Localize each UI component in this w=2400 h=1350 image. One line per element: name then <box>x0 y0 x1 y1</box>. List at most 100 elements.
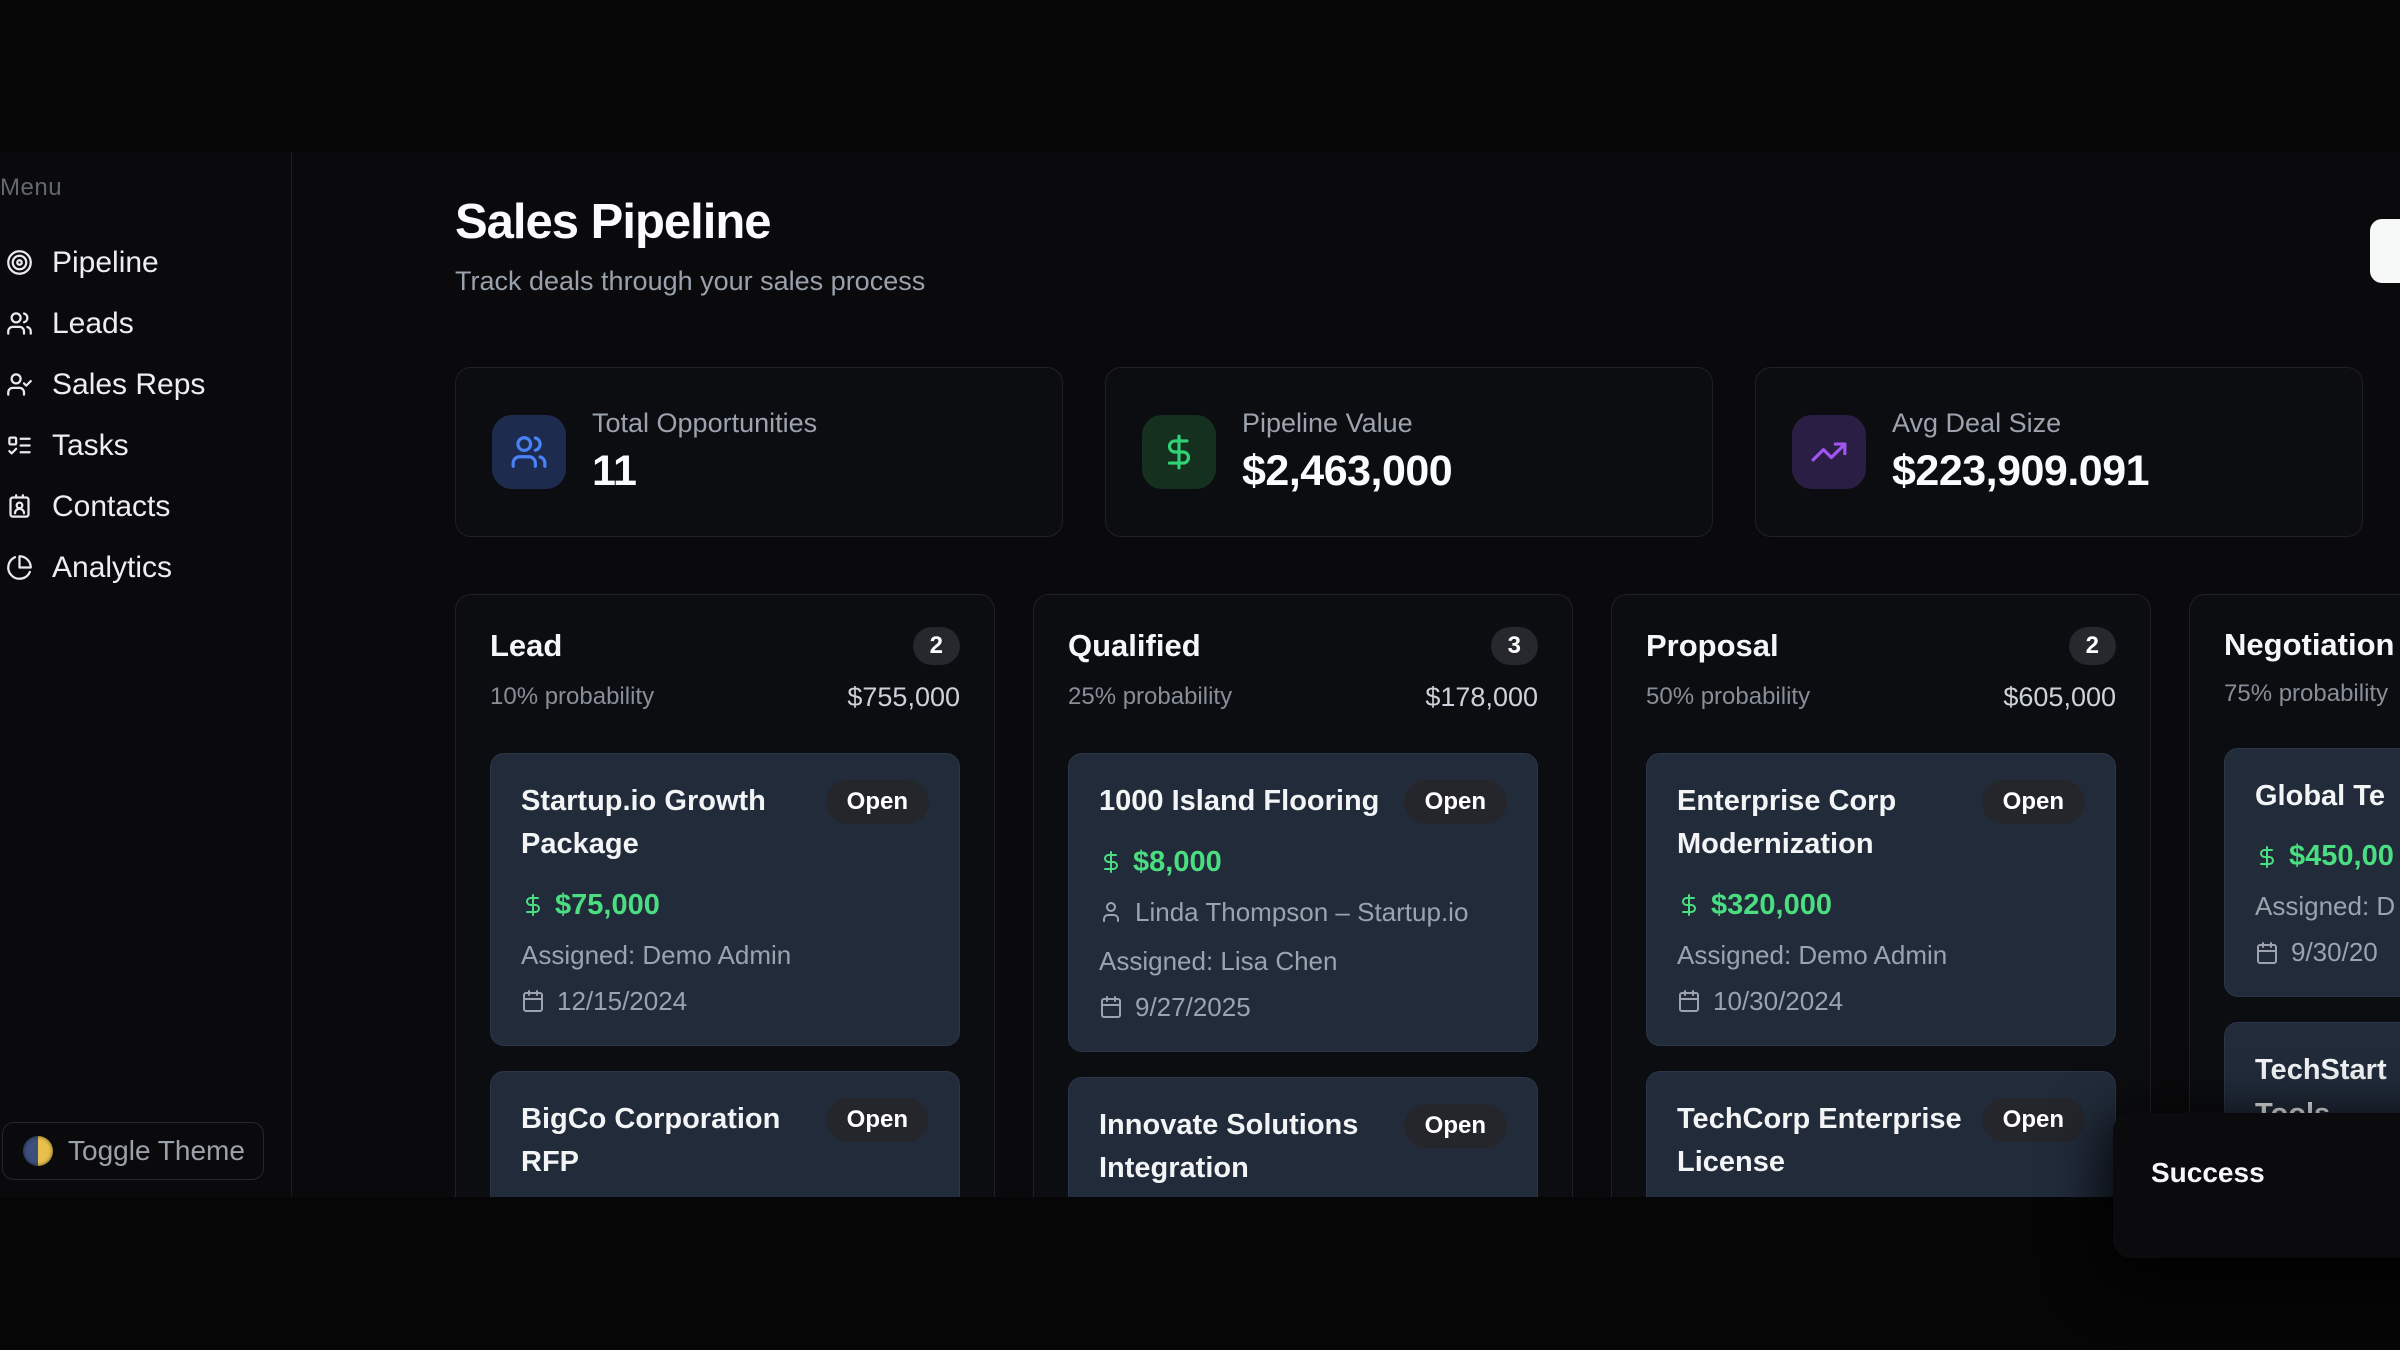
deal-amount-row: $8,000 <box>1099 846 1507 879</box>
stat-total-opportunities: Total Opportunities 11 <box>455 367 1063 537</box>
column-count-badge: 2 <box>913 627 960 665</box>
deal-date-row: 12/15/2024 <box>521 986 929 1017</box>
user-check-icon <box>6 371 33 398</box>
stat-value: 11 <box>592 447 817 496</box>
deal-card[interactable]: Global Te $450,00 Assigned: D 9/30/20 <box>2224 748 2400 998</box>
column-title: Qualified <box>1068 628 1201 664</box>
calendar-icon <box>2255 941 2279 965</box>
deal-title: TechCorp Enterprise License <box>1677 1098 1968 1185</box>
column-header: Negotiation <box>2224 627 2400 663</box>
contact-card-icon <box>6 493 33 520</box>
stats-row: Total Opportunities 11 Pipeline Value $2… <box>455 367 2400 537</box>
deal-card-header: BigCo Corporation RFP Open <box>521 1098 929 1185</box>
dollar-icon <box>1099 850 1123 874</box>
deal-title: Startup.io Growth Package <box>521 780 812 867</box>
deal-card-header: Startup.io Growth Package Open <box>521 780 929 867</box>
deal-card[interactable]: TechCorp Enterprise License Open $285,00… <box>1646 1071 2116 1197</box>
calendar-icon <box>1099 995 1123 1019</box>
stat-label: Avg Deal Size <box>1892 408 2149 439</box>
sidebar-item-analytics[interactable]: Analytics <box>6 537 291 598</box>
status-badge: Open <box>1982 780 2085 824</box>
sidebar-item-sales-reps[interactable]: Sales Reps <box>6 354 291 415</box>
deal-card-header: TechCorp Enterprise License Open <box>1677 1098 2085 1185</box>
column-negotiation: Negotiation 75% probability Global Te $4… <box>2189 594 2400 1197</box>
add-opportunity-button[interactable]: Add Opportunity <box>2370 219 2400 283</box>
deal-card-header: Enterprise Corp Modernization Open <box>1677 780 2085 867</box>
toast-notification: Success <box>2113 1113 2400 1258</box>
toast-title: Success <box>2151 1157 2400 1189</box>
dollar-icon <box>521 893 545 917</box>
sidebar-item-contacts[interactable]: Contacts <box>6 476 291 537</box>
status-badge: Open <box>826 780 929 824</box>
column-probability: 10% probability <box>490 683 654 711</box>
column-probability: 50% probability <box>1646 683 1810 711</box>
column-title: Lead <box>490 628 562 664</box>
stat-pipeline-value: Pipeline Value $2,463,000 <box>1105 367 1713 537</box>
deal-card-header: Global Te <box>2255 775 2400 819</box>
sidebar: Menu Pipeline Leads Sales Reps <box>0 152 292 1197</box>
trending-up-icon <box>1792 415 1866 489</box>
toggle-theme-button[interactable]: Toggle Theme <box>2 1122 264 1180</box>
status-badge: Open <box>1404 780 1507 824</box>
column-title: Negotiation <box>2224 627 2395 663</box>
deal-date-row: 9/30/20 <box>2255 937 2400 968</box>
users-icon <box>6 310 33 337</box>
stat-text: Total Opportunities 11 <box>592 408 817 496</box>
deal-date-row: 10/30/2024 <box>1677 986 2085 1017</box>
stat-text: Avg Deal Size $223,909.091 <box>1892 408 2149 496</box>
sidebar-item-label: Analytics <box>52 551 172 585</box>
deal-card-header: Innovate Solutions Integration Open <box>1099 1104 1507 1191</box>
sidebar-item-pipeline[interactable]: Pipeline <box>6 232 291 293</box>
deal-amount-row: $320,000 <box>1677 889 2085 922</box>
column-count-badge: 3 <box>1491 627 1538 665</box>
deal-card[interactable]: BigCo Corporation RFP Open $680,000 Assi… <box>490 1071 960 1197</box>
column-probability: 25% probability <box>1068 683 1232 711</box>
sidebar-nav: Pipeline Leads Sales Reps Tasks <box>6 232 291 598</box>
column-header: Lead 2 <box>490 627 960 665</box>
column-count-badge: 2 <box>2069 627 2116 665</box>
stat-text: Pipeline Value $2,463,000 <box>1242 408 1452 496</box>
sidebar-menu-label: Menu <box>0 174 291 202</box>
sidebar-item-label: Leads <box>52 307 134 341</box>
deal-title: BigCo Corporation RFP <box>521 1098 812 1185</box>
deal-card[interactable]: Innovate Solutions Integration Open $125… <box>1068 1077 1538 1197</box>
deal-amount: $8,000 <box>1133 846 1222 879</box>
users-icon <box>492 415 566 489</box>
status-badge: Open <box>1404 1104 1507 1148</box>
target-icon <box>6 249 33 276</box>
stat-label: Total Opportunities <box>592 408 817 439</box>
sidebar-item-leads[interactable]: Leads <box>6 293 291 354</box>
deal-card[interactable]: 1000 Island Flooring Open $8,000 Linda T… <box>1068 753 1538 1052</box>
deal-title: Innovate Solutions Integration <box>1099 1104 1390 1191</box>
column-title: Proposal <box>1646 628 1779 664</box>
deal-assigned: Assigned: D <box>2255 891 2400 922</box>
deal-date: 10/30/2024 <box>1713 986 1843 1017</box>
dollar-icon <box>2255 845 2279 869</box>
column-total: $605,000 <box>2003 682 2116 713</box>
deal-assigned: Assigned: Lisa Chen <box>1099 946 1507 977</box>
page-subtitle: Track deals through your sales process <box>455 266 2400 297</box>
deal-card[interactable]: Startup.io Growth Package Open $75,000 A… <box>490 753 960 1046</box>
deal-amount-row: $450,00 <box>2255 840 2400 873</box>
column-subheader: 50% probability $605,000 <box>1646 682 2116 713</box>
deal-title: Enterprise Corp Modernization <box>1677 780 1968 867</box>
list-todo-icon <box>6 432 33 459</box>
sidebar-item-tasks[interactable]: Tasks <box>6 415 291 476</box>
deal-amount-row: $75,000 <box>521 889 929 922</box>
deal-date-row: 9/27/2025 <box>1099 992 1507 1023</box>
sidebar-item-label: Contacts <box>52 490 170 524</box>
deal-title: Global Te <box>2255 775 2385 819</box>
column-proposal: Proposal 2 50% probability $605,000 Ente… <box>1611 594 2151 1197</box>
column-total: $178,000 <box>1425 682 1538 713</box>
moon-icon <box>23 1136 53 1166</box>
column-lead: Lead 2 10% probability $755,000 Startup.… <box>455 594 995 1197</box>
column-probability: 75% probability <box>2224 680 2388 708</box>
status-badge: Open <box>1982 1098 2085 1142</box>
pie-chart-icon <box>6 554 33 581</box>
column-subheader: 75% probability <box>2224 680 2400 708</box>
main-content: Sales Pipeline Track deals through your … <box>292 152 2400 1197</box>
deal-card[interactable]: Enterprise Corp Modernization Open $320,… <box>1646 753 2116 1046</box>
deal-title: 1000 Island Flooring <box>1099 780 1379 824</box>
stat-value: $2,463,000 <box>1242 447 1452 496</box>
status-badge: Open <box>826 1098 929 1142</box>
